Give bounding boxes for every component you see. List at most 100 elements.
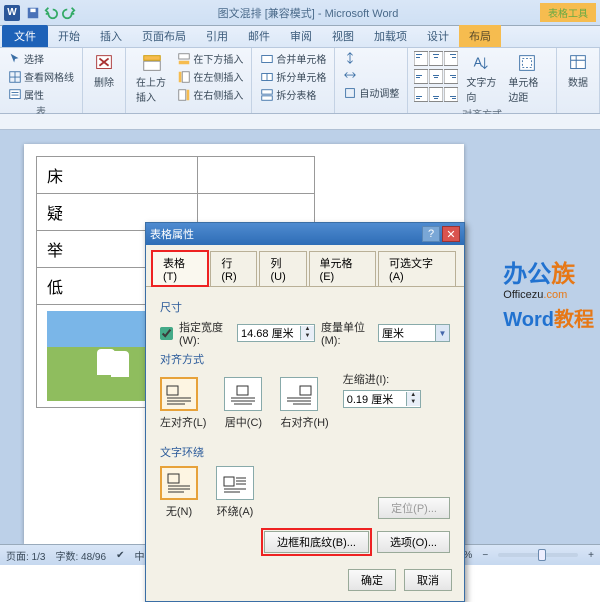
wrap-options: 无(N) 环绕(A) 定位(P)... <box>160 466 450 519</box>
undo-icon[interactable] <box>44 6 58 20</box>
dlg-tab-column[interactable]: 列(U) <box>259 251 306 286</box>
tab-insert[interactable]: 插入 <box>90 25 132 47</box>
text-direction-button[interactable]: A文字方向 <box>462 50 500 106</box>
indent-spinner[interactable]: ▲▼ <box>343 390 421 408</box>
align-br-icon[interactable] <box>444 86 458 103</box>
align-mr-icon[interactable] <box>444 68 458 85</box>
cancel-button[interactable]: 取消 <box>404 569 452 591</box>
tab-design[interactable]: 设计 <box>417 25 459 47</box>
data-label: 数据 <box>568 74 588 89</box>
tab-addins[interactable]: 加载项 <box>364 25 417 47</box>
zoom-in-button[interactable]: + <box>588 550 594 561</box>
redo-icon[interactable] <box>62 6 76 20</box>
pointer-icon <box>8 52 22 66</box>
status-page[interactable]: 页面: 1/3 <box>6 548 45 563</box>
spin-up-icon[interactable]: ▲ <box>301 326 314 333</box>
width-spinner[interactable]: ▲▼ <box>237 324 315 342</box>
svg-text:A: A <box>474 55 483 70</box>
chevron-down-icon[interactable]: ▼ <box>435 325 449 341</box>
align-tr-icon[interactable] <box>444 50 458 67</box>
width-input[interactable] <box>238 327 300 339</box>
align-tc-icon[interactable] <box>429 50 443 67</box>
preferred-width-checkbox[interactable] <box>160 327 173 340</box>
tab-mailings[interactable]: 邮件 <box>238 25 280 47</box>
insert-below-button[interactable]: 在下方插入 <box>175 50 245 67</box>
tab-references[interactable]: 引用 <box>196 25 238 47</box>
cell-margins-button[interactable]: 单元格边距 <box>504 50 550 106</box>
zoom-slider[interactable] <box>498 553 578 557</box>
align-tl-icon[interactable] <box>414 50 428 67</box>
unit-input[interactable] <box>379 327 435 339</box>
help-button[interactable]: ? <box>422 226 440 242</box>
unit-combo[interactable]: ▼ <box>378 324 450 342</box>
ribbon-tabs: 文件 开始 插入 页面布局 引用 邮件 审阅 视图 加载项 设计 布局 <box>0 26 600 48</box>
logo-tutorial: 教程 <box>554 309 594 331</box>
merge-cells-button[interactable]: 合并单元格 <box>258 50 328 67</box>
align-right-option[interactable] <box>280 377 318 411</box>
split-icon <box>260 70 274 84</box>
file-tab[interactable]: 文件 <box>2 25 48 47</box>
dlg-tab-table[interactable]: 表格(T) <box>152 251 208 286</box>
properties-label: 属性 <box>24 87 44 102</box>
data-button[interactable]: 数据 <box>563 50 593 91</box>
select-button[interactable]: 选择 <box>6 50 76 67</box>
split-table-icon <box>260 88 274 102</box>
save-icon[interactable] <box>26 6 40 20</box>
align-center-option[interactable] <box>224 377 262 411</box>
align-ml-icon[interactable] <box>414 68 428 85</box>
horizontal-ruler[interactable] <box>0 114 600 130</box>
group-autofit: 自动调整 <box>335 48 408 113</box>
zoom-slider-thumb[interactable] <box>538 549 546 561</box>
cell[interactable]: 床 <box>37 157 198 194</box>
tab-view[interactable]: 视图 <box>322 25 364 47</box>
delete-button[interactable]: 删除 <box>89 50 119 91</box>
dlg-tab-row[interactable]: 行(R) <box>210 251 257 286</box>
indent-input[interactable] <box>344 393 406 405</box>
insert-right-button[interactable]: 在右侧插入 <box>175 86 245 103</box>
tab-pagelayout[interactable]: 页面布局 <box>132 25 196 47</box>
dlg-tab-alttext[interactable]: 可选文字(A) <box>378 251 456 286</box>
properties-button[interactable]: 属性 <box>6 86 76 103</box>
insert-above-button[interactable]: 在上方插入 <box>132 50 171 106</box>
align-mc-icon[interactable] <box>429 68 443 85</box>
width-spinner[interactable] <box>341 67 401 83</box>
options-button[interactable]: 选项(O)... <box>377 531 450 553</box>
dialog-titlebar[interactable]: 表格属性 ? ✕ <box>146 223 464 245</box>
zoom-out-button[interactable]: − <box>482 550 488 561</box>
properties-icon <box>8 88 22 102</box>
borders-shading-button[interactable]: 边框和底纹(B)... <box>264 531 369 553</box>
ok-button[interactable]: 确定 <box>348 569 396 591</box>
data-icon <box>567 52 589 74</box>
insert-above-label: 在上方插入 <box>136 74 167 104</box>
spin-down-icon[interactable]: ▼ <box>301 333 314 340</box>
insert-left-button[interactable]: 在左侧插入 <box>175 68 245 85</box>
insert-right-label: 在右侧插入 <box>193 87 243 102</box>
align-left-option[interactable] <box>160 377 198 411</box>
tab-review[interactable]: 审阅 <box>280 25 322 47</box>
quick-access-toolbar <box>26 6 76 20</box>
tab-home[interactable]: 开始 <box>48 25 90 47</box>
status-words[interactable]: 字数: 48/96 <box>55 548 106 563</box>
view-gridlines-button[interactable]: 查看网格线 <box>6 68 76 85</box>
split-cells-button[interactable]: 拆分单元格 <box>258 68 328 85</box>
insert-below-icon <box>177 52 191 66</box>
wrap-around-option[interactable] <box>216 466 254 500</box>
delete-icon <box>93 52 115 74</box>
status-spellcheck-icon[interactable]: ✔ <box>116 550 124 561</box>
split-table-button[interactable]: 拆分表格 <box>258 86 328 103</box>
autofit-button[interactable]: 自动调整 <box>341 84 401 101</box>
wrap-none-label: 无(N) <box>166 506 192 518</box>
height-spinner[interactable] <box>341 50 401 66</box>
spin-down-icon[interactable]: ▼ <box>407 399 420 406</box>
close-button[interactable]: ✕ <box>442 226 460 242</box>
document-title: 图文混排 [兼容模式] - Microsoft Word <box>76 5 540 21</box>
align-right-label: 右对齐(H) <box>280 417 328 429</box>
dlg-tab-cell[interactable]: 单元格(E) <box>309 251 376 286</box>
align-bc-icon[interactable] <box>429 86 443 103</box>
spin-up-icon[interactable]: ▲ <box>407 392 420 399</box>
cell-margins-label: 单元格边距 <box>508 74 546 104</box>
tab-layout[interactable]: 布局 <box>459 25 501 47</box>
align-bl-icon[interactable] <box>414 86 428 103</box>
group-merge: 合并单元格 拆分单元格 拆分表格 <box>252 48 335 113</box>
wrap-none-option[interactable] <box>160 466 198 500</box>
